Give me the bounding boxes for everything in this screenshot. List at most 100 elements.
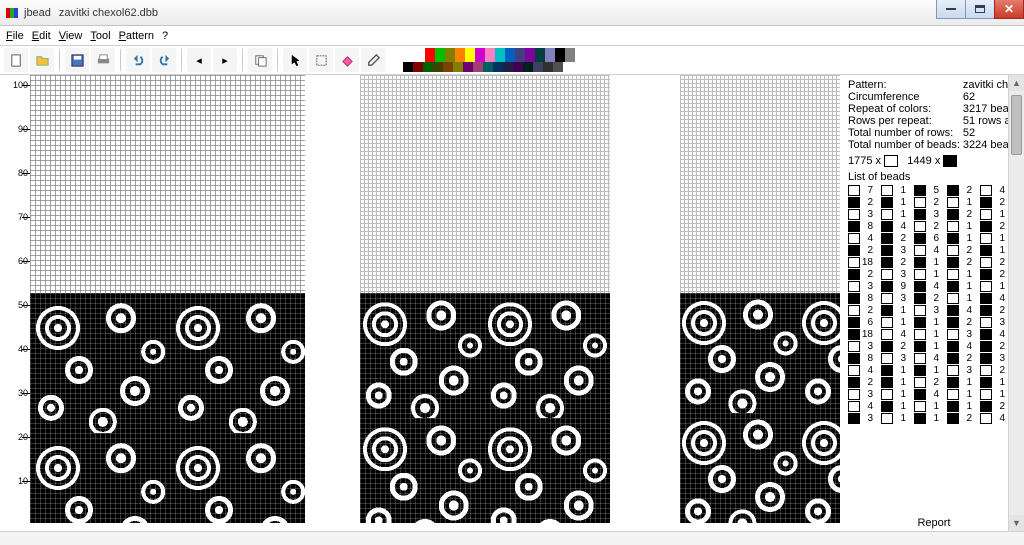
fill-tool[interactable]	[335, 48, 359, 72]
palette-color[interactable]	[413, 62, 423, 72]
palette-color[interactable]	[533, 62, 543, 72]
app-title-file: zavitki chexol62.dbb	[59, 7, 158, 19]
palette-color[interactable]	[525, 48, 535, 62]
bead-row: 4	[848, 233, 873, 244]
palette-color[interactable]	[423, 62, 433, 72]
scroll-up-button[interactable]: ▲	[1009, 75, 1024, 91]
vertical-scrollbar[interactable]: ▲ ▼	[1008, 75, 1024, 531]
palette-color[interactable]	[473, 62, 483, 72]
info-panel: Pattern:zavitki chexol62.db Circumferenc…	[844, 75, 1024, 531]
corrected-canvas[interactable]	[360, 75, 610, 523]
bead-row: 7	[848, 185, 873, 196]
palette-color[interactable]	[523, 62, 533, 72]
bead-row: 4	[914, 281, 939, 292]
bead-row: 4	[914, 353, 939, 364]
palette-color[interactable]	[535, 48, 545, 62]
bead-row: 1	[947, 401, 972, 412]
eyedropper-tool[interactable]	[361, 48, 385, 72]
scroll-down-button[interactable]: ▼	[1009, 515, 1024, 531]
bead-row: 1	[947, 221, 972, 232]
palette-color[interactable]	[505, 48, 515, 62]
menu-pattern[interactable]: Pattern	[119, 30, 154, 42]
menu-edit[interactable]: Edit	[32, 30, 51, 42]
bead-row: 4	[947, 305, 972, 316]
palette-color[interactable]	[475, 48, 485, 62]
palette-color[interactable]	[503, 62, 513, 72]
palette-color[interactable]	[493, 62, 503, 72]
minimize-button[interactable]	[936, 0, 966, 19]
palette-color[interactable]	[445, 48, 455, 62]
app-title-name: jbead	[24, 7, 51, 19]
bead-row: 2	[914, 197, 939, 208]
scroll-thumb[interactable]	[1011, 95, 1022, 155]
menu-view[interactable]: View	[59, 30, 83, 42]
bead-row: 1	[980, 233, 1005, 244]
bead-row: 3	[881, 293, 906, 304]
redo-button[interactable]	[152, 48, 176, 72]
palette-color[interactable]	[553, 62, 563, 72]
titlebar: jbead zavitki chexol62.dbb	[0, 0, 1024, 26]
palette-color[interactable]	[443, 62, 453, 72]
palette-color[interactable]	[433, 62, 443, 72]
bead-row: 1	[914, 401, 939, 412]
new-button[interactable]	[4, 48, 28, 72]
palette-color[interactable]	[483, 62, 493, 72]
simulation-canvas[interactable]	[680, 75, 840, 523]
bead-row: 4	[881, 221, 906, 232]
bead-row: 1	[947, 293, 972, 304]
color-counts: 1775 x 1449 x	[848, 155, 1022, 167]
bead-row: 18	[848, 329, 873, 340]
palette-color[interactable]	[453, 62, 463, 72]
bead-row: 2	[881, 257, 906, 268]
palette-color[interactable]	[425, 48, 435, 62]
palette-color[interactable]	[513, 62, 523, 72]
palette-color[interactable]	[545, 48, 555, 62]
palette-color[interactable]	[555, 48, 565, 62]
bead-row: 4	[980, 413, 1005, 424]
bead-row: 1	[947, 269, 972, 280]
bead-row: 8	[848, 221, 873, 232]
copy-button[interactable]	[248, 48, 272, 72]
bead-row: 2	[881, 341, 906, 352]
palette-color[interactable]	[515, 48, 525, 62]
draft-canvas[interactable]	[30, 75, 305, 523]
print-button[interactable]	[91, 48, 115, 72]
menu-help[interactable]: ?	[162, 30, 168, 42]
bead-row: 1	[914, 257, 939, 268]
palette-color[interactable]	[485, 48, 495, 62]
color-palette[interactable]	[403, 48, 575, 72]
bead-row: 2	[947, 209, 972, 220]
bead-row: 2	[947, 317, 972, 328]
simulation-panel: Simulation	[680, 75, 848, 531]
save-button[interactable]	[65, 48, 89, 72]
palette-color[interactable]	[403, 62, 413, 72]
palette-color[interactable]	[495, 48, 505, 62]
bead-row: 1	[947, 389, 972, 400]
bead-row: 1	[914, 413, 939, 424]
palette-color[interactable]	[565, 48, 575, 62]
rotate-left-button[interactable]: ◂	[187, 48, 211, 72]
palette-color[interactable]	[435, 48, 445, 62]
palette-color[interactable]	[465, 48, 475, 62]
bead-row: 4	[980, 185, 1005, 196]
bead-row: 1	[947, 233, 972, 244]
select-tool[interactable]	[309, 48, 333, 72]
palette-color[interactable]	[415, 48, 425, 62]
palette-color[interactable]	[543, 62, 553, 72]
rotate-right-button[interactable]: ▸	[213, 48, 237, 72]
bead-list: List of beads 72384218238261838423431114…	[848, 171, 1022, 424]
menu-tool[interactable]: Tool	[90, 30, 110, 42]
statusbar	[0, 531, 1024, 545]
palette-color[interactable]	[463, 62, 473, 72]
corrected-panel: Corrected	[360, 75, 618, 531]
pointer-tool[interactable]	[283, 48, 307, 72]
bead-row: 1	[881, 197, 906, 208]
bead-row: 1	[980, 245, 1005, 256]
undo-button[interactable]	[126, 48, 150, 72]
workspace: 100908070605040302010 Draft Corrected Si…	[0, 75, 1024, 531]
palette-color[interactable]	[455, 48, 465, 62]
menu-file[interactable]: File	[6, 30, 24, 42]
open-button[interactable]	[30, 48, 54, 72]
close-button[interactable]: ✕	[994, 0, 1024, 19]
maximize-button[interactable]	[965, 0, 995, 19]
